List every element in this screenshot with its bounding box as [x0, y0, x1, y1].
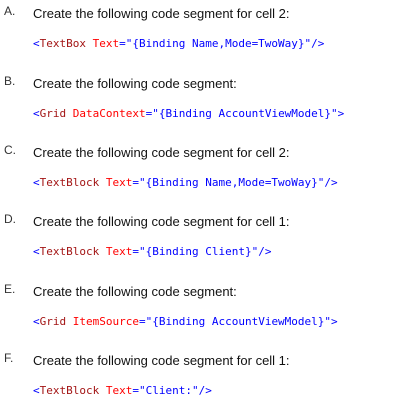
option-e: E. Create the following code segment: <G…	[0, 282, 401, 350]
option-d: D. Create the following code segment for…	[0, 212, 401, 280]
code-close-bracket: >	[331, 315, 338, 328]
code-equals: =	[132, 176, 139, 189]
code-attribute: Text	[105, 176, 133, 189]
code-tag: TextBlock	[39, 176, 100, 189]
code-tag: TextBlock	[39, 384, 100, 397]
code-attribute: ItemSource	[72, 315, 139, 328]
option-description: Create the following code segment for ce…	[33, 353, 290, 368]
code-open-bracket: <	[33, 384, 40, 397]
code-value: "{Binding AccountViewModel}"	[145, 315, 332, 328]
code-tag: TextBlock	[39, 245, 100, 258]
code-value: "Client:"	[138, 384, 199, 397]
code-attribute: DataContext	[72, 107, 146, 120]
code-attribute: Text	[92, 37, 120, 50]
code-equals: =	[132, 384, 139, 397]
code-tag: TextBox	[39, 37, 86, 50]
code-tag: Grid	[39, 107, 67, 120]
code-close-bracket: />	[324, 176, 338, 189]
option-f: F. Create the following code segment for…	[0, 351, 401, 419]
option-c: C. Create the following code segment for…	[0, 143, 401, 211]
code-segment: <TextBlock Text="Client:"/>	[33, 383, 212, 399]
code-value: "{Binding Name,Mode=TwoWay}"	[138, 176, 325, 189]
option-letter: D.	[4, 212, 16, 226]
option-description: Create the following code segment for ce…	[33, 6, 290, 21]
code-close-bracket: />	[198, 384, 212, 397]
option-letter: E.	[4, 282, 16, 296]
code-segment: <Grid DataContext="{Binding AccountViewM…	[33, 106, 344, 122]
code-close-bracket: />	[311, 37, 325, 50]
code-equals: =	[132, 245, 139, 258]
option-a: A. Create the following code segment for…	[0, 4, 401, 72]
code-segment: <TextBlock Text="{Binding Name,Mode=TwoW…	[33, 175, 338, 191]
option-letter: A.	[4, 4, 16, 18]
code-attribute: Text	[105, 245, 133, 258]
option-description: Create the following code segment:	[33, 76, 237, 91]
code-value: "{Binding AccountViewModel}"	[152, 107, 338, 120]
code-open-bracket: <	[33, 107, 40, 120]
option-description: Create the following code segment for ce…	[33, 214, 290, 229]
code-close-bracket: >	[337, 107, 345, 120]
option-description: Create the following code segment:	[33, 284, 237, 299]
option-letter: B.	[4, 74, 16, 88]
option-description: Create the following code segment for ce…	[33, 145, 290, 160]
option-letter: C.	[4, 143, 16, 157]
code-open-bracket: <	[33, 315, 40, 328]
option-letter: F.	[4, 351, 14, 365]
code-segment: <Grid ItemSource="{Binding AccountViewMo…	[33, 314, 338, 330]
code-equals: =	[138, 315, 146, 328]
code-value: "{Binding Name,Mode=TwoWay}"	[125, 37, 312, 50]
code-close-bracket: />	[258, 245, 272, 258]
code-open-bracket: <	[33, 176, 40, 189]
code-open-bracket: <	[33, 245, 40, 258]
option-b: B. Create the following code segment: <G…	[0, 74, 401, 142]
code-equals: =	[119, 37, 126, 50]
code-tag: Grid	[39, 315, 67, 328]
code-value: "{Binding Client}"	[138, 245, 259, 258]
code-attribute: Text	[105, 384, 133, 397]
code-segment: <TextBox Text="{Binding Name,Mode=TwoWay…	[33, 36, 324, 52]
code-open-bracket: <	[33, 37, 40, 50]
code-segment: <TextBlock Text="{Binding Client}"/>	[33, 244, 271, 260]
